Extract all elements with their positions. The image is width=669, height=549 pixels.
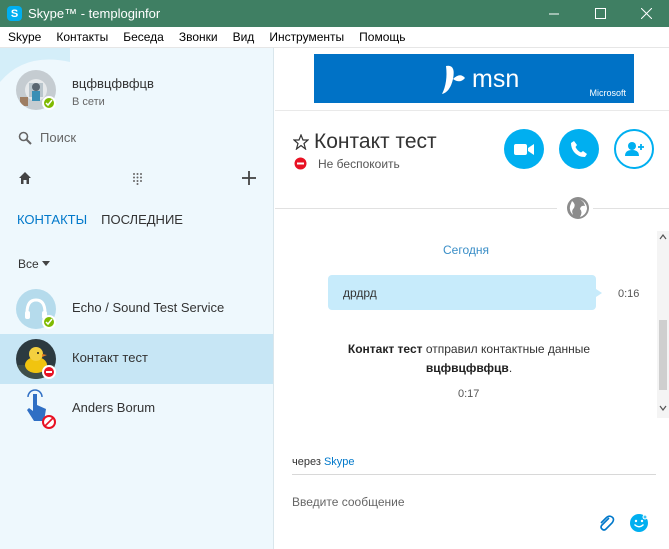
menu-bar: Skype Контакты Беседа Звонки Вид Инструм… bbox=[0, 27, 669, 48]
phone-icon bbox=[571, 141, 587, 157]
tab-contacts[interactable]: КОНТАКТЫ bbox=[17, 212, 87, 227]
msn-banner[interactable]: msn Microsoft bbox=[314, 54, 634, 103]
search-icon bbox=[18, 131, 32, 145]
msn-butterfly-icon bbox=[442, 65, 465, 94]
emoji-icon[interactable] bbox=[629, 513, 649, 533]
scrollbar[interactable] bbox=[657, 231, 669, 418]
search-label: Поиск bbox=[40, 130, 77, 145]
close-button[interactable] bbox=[623, 0, 669, 27]
online-status-icon bbox=[42, 315, 56, 329]
scroll-up-icon[interactable] bbox=[659, 234, 667, 240]
maximize-icon bbox=[594, 8, 606, 19]
skype-window: S Skype™ - temploginfor Skype Контакты Б… bbox=[0, 0, 669, 549]
contact-name: Anders Borum bbox=[72, 400, 156, 415]
minimize-button[interactable] bbox=[531, 0, 577, 27]
divider bbox=[275, 208, 557, 209]
via-skype-link[interactable]: Skype bbox=[324, 456, 355, 468]
video-call-button[interactable] bbox=[504, 129, 544, 169]
message-input[interactable]: Введите сообщение bbox=[292, 495, 405, 509]
scroll-thumb[interactable] bbox=[659, 320, 667, 390]
blocked-status-icon bbox=[42, 415, 56, 429]
menu-calls[interactable]: Звонки bbox=[171, 30, 225, 44]
menu-view[interactable]: Вид bbox=[225, 30, 262, 44]
divider bbox=[292, 474, 656, 475]
menu-conversation[interactable]: Беседа bbox=[115, 30, 171, 44]
chevron-down-icon bbox=[41, 261, 50, 266]
contact-item-anders[interactable]: Anders Borum bbox=[0, 384, 273, 434]
skype-logo-icon: S bbox=[7, 6, 22, 21]
add-contact-icon bbox=[625, 142, 644, 156]
divider bbox=[593, 208, 669, 209]
microsoft-label: Microsoft bbox=[589, 88, 626, 98]
contact-item-test[interactable]: Контакт тест bbox=[0, 334, 273, 384]
filter-dropdown[interactable]: Все bbox=[18, 257, 51, 271]
message-time: 0:16 bbox=[618, 288, 640, 300]
minimize-icon bbox=[548, 13, 559, 15]
menu-skype[interactable]: Skype bbox=[0, 30, 48, 44]
msn-logo-text: msn bbox=[472, 65, 520, 93]
maximize-button[interactable] bbox=[577, 0, 623, 27]
tab-recent[interactable]: ПОСЛЕДНИЕ bbox=[101, 212, 183, 227]
profile-status[interactable]: В сети bbox=[72, 96, 105, 108]
system-action: отправил контактные данные bbox=[425, 342, 591, 356]
profile-name[interactable]: вцфвцфвфцв bbox=[72, 76, 154, 91]
attach-icon[interactable] bbox=[597, 514, 615, 532]
system-sender[interactable]: Контакт тест bbox=[348, 342, 423, 356]
system-contact[interactable]: вцфвцфвфцв bbox=[426, 361, 509, 375]
search-box[interactable]: Поиск bbox=[18, 130, 76, 145]
system-message: Контакт тест отправил контактные данные … bbox=[347, 342, 591, 375]
conversation-panel: msn Microsoft Контакт тест Не беспокоить bbox=[275, 48, 669, 549]
dialpad-icon[interactable] bbox=[132, 172, 143, 185]
video-call-icon bbox=[514, 143, 534, 155]
window-controls bbox=[531, 0, 669, 27]
conversation-title[interactable]: Контакт тест bbox=[314, 130, 437, 154]
contact-name: Echo / Sound Test Service bbox=[72, 300, 225, 315]
message-text: дрдрд bbox=[343, 286, 377, 300]
message-bubble[interactable]: дрдрд bbox=[328, 275, 596, 310]
menu-help[interactable]: Помощь bbox=[351, 30, 412, 44]
sidebar-toolbar bbox=[0, 171, 274, 191]
contact-name: Контакт тест bbox=[72, 350, 148, 365]
contact-item-echo[interactable]: Echo / Sound Test Service bbox=[0, 284, 273, 334]
contact-tabs: КОНТАКТЫ ПОСЛЕДНИЕ bbox=[17, 212, 197, 227]
system-message-time: 0:17 bbox=[458, 388, 480, 400]
menu-tools[interactable]: Инструменты bbox=[261, 30, 351, 44]
filter-label: Все bbox=[18, 257, 39, 271]
star-icon[interactable] bbox=[293, 134, 309, 150]
title-bar: S Skype™ - temploginfor bbox=[0, 0, 669, 27]
home-icon[interactable] bbox=[18, 171, 32, 185]
globe-icon[interactable] bbox=[566, 196, 590, 220]
bubble-tail bbox=[596, 289, 602, 297]
plus-icon[interactable] bbox=[242, 171, 256, 185]
via-prefix: через bbox=[292, 456, 321, 468]
close-icon bbox=[640, 8, 652, 19]
profile-avatar[interactable] bbox=[16, 70, 56, 110]
audio-call-button[interactable] bbox=[559, 129, 599, 169]
add-participant-button[interactable] bbox=[614, 129, 654, 169]
send-via: через Skype bbox=[292, 456, 355, 468]
window-title: Skype™ - temploginfor bbox=[28, 6, 161, 21]
online-status-icon bbox=[42, 96, 56, 110]
divider bbox=[275, 110, 669, 111]
dnd-status-icon bbox=[294, 157, 307, 170]
menu-contacts[interactable]: Контакты bbox=[48, 30, 115, 44]
date-separator: Сегодня bbox=[443, 243, 489, 257]
conversation-status: Не беспокоить bbox=[318, 157, 400, 171]
sidebar: вцфвцфвфцв В сети Поиск КОНТАКТЫ ПОСЛЕДН… bbox=[0, 48, 274, 549]
dnd-status-icon bbox=[42, 365, 56, 379]
scroll-down-icon[interactable] bbox=[659, 405, 667, 411]
